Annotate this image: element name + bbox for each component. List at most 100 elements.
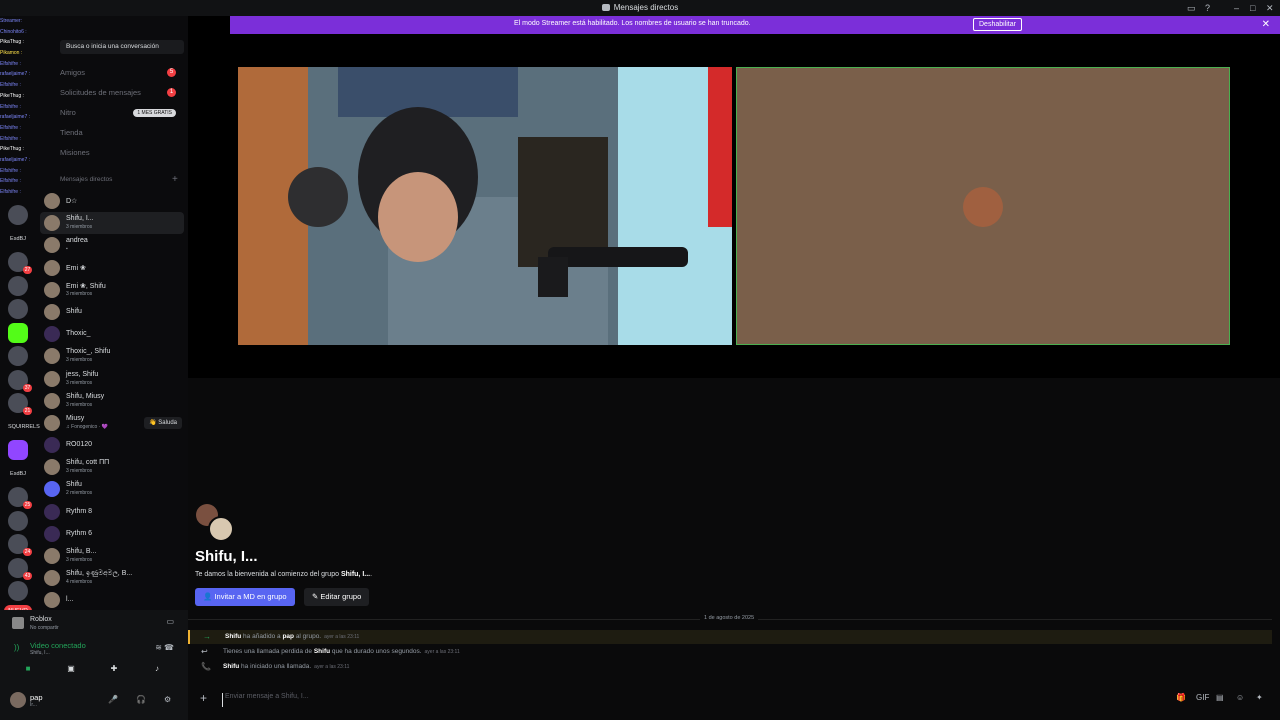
overlay-chat-line: Elfshifre : [0, 103, 21, 110]
dm-name: Emi ❀ [66, 264, 86, 272]
server-icon[interactable]: 25 [8, 487, 32, 509]
welcome-text: Te damos la bienvenida al comienzo del g… [195, 571, 373, 578]
server-icon[interactable]: SQUIRRELS [8, 417, 40, 437]
server-icon[interactable]: 21 [8, 393, 32, 415]
server-icon[interactable]: 24 [8, 534, 32, 556]
system-text: Shifu ha iniciado una llamada. ayer a las… [223, 663, 349, 670]
apps-icon[interactable]: ✦ [1256, 693, 1263, 702]
inbox-icon[interactable]: ▭ [1187, 3, 1196, 14]
dm-list: D☆ Shifu, I... 3 miembros andrea ▪ Emi ❀ Emi ❀… [40, 190, 184, 610]
activities-button[interactable]: ✚ [94, 664, 134, 678]
settings-icon[interactable]: ⚙ [164, 695, 171, 704]
search-input[interactable]: Busca o inicia una conversación [60, 40, 184, 54]
emoji-icon[interactable]: ☺ [1236, 693, 1244, 702]
server-icon[interactable] [8, 275, 28, 296]
create-dm-icon[interactable]: + [172, 174, 178, 185]
avatar [44, 259, 60, 276]
overlay-chat-line: rafaeljaime7 : [0, 114, 31, 121]
dm-item[interactable]: Rythm 8 [40, 501, 184, 523]
username[interactable]: pap [282, 633, 294, 640]
system-message: → Shifu ha añadido a pap al grupo. ayer a … [188, 630, 1272, 644]
nav-friends[interactable]: Amigos 5 [58, 64, 182, 82]
gift-icon[interactable]: 🎁 [1176, 693, 1186, 702]
soundboard-button[interactable]: ♪ [137, 664, 177, 678]
mention-badge: 25 [23, 501, 32, 509]
nav-message-requests[interactable]: Solicitudes de mensajes 1 [58, 84, 182, 102]
dm-item[interactable]: andrea ▪ [40, 234, 184, 256]
server-icon[interactable] [8, 299, 28, 319]
dm-item[interactable]: RO0120 [40, 434, 184, 456]
mention-badge: 27 [23, 266, 32, 274]
screen-share-button[interactable]: ▣ [51, 664, 91, 678]
maximize-button[interactable]: □ [1250, 3, 1255, 13]
server-icon[interactable]: 27 [8, 252, 32, 274]
username[interactable]: Shifu [223, 663, 239, 670]
friends-badge: 5 [167, 68, 176, 77]
server-icon[interactable] [8, 440, 28, 460]
avatar [44, 459, 60, 476]
dm-item[interactable]: Shifu, cott ΠΠ 3 miembros [40, 456, 184, 478]
username[interactable]: Shifu [225, 633, 241, 640]
server-icon[interactable] [8, 346, 28, 366]
dm-item[interactable]: Shifu, Miusy 3 miembros [40, 390, 184, 412]
dm-item[interactable]: Emi ❀ [40, 257, 184, 279]
dm-name: RO0120 [66, 441, 93, 449]
overlay-chat-line: Streamer: [0, 18, 22, 24]
disconnect-icon[interactable]: ☎ [164, 643, 174, 652]
activity-status[interactable]: Roblox No compartir ▭ [8, 614, 178, 634]
gif-icon[interactable]: GIF [1196, 693, 1209, 702]
disable-streamer-button[interactable]: Deshabilitar [973, 18, 1022, 31]
dm-subtitle: 3 miembros [66, 357, 93, 364]
participant-tile[interactable] [736, 67, 1230, 345]
close-icon[interactable]: ✕ [1262, 19, 1270, 30]
activity-monitor-icon[interactable]: ▭ [166, 617, 174, 626]
wave-button[interactable]: 👋 Saluda [144, 416, 182, 429]
nav-quests[interactable]: Misiones [58, 144, 182, 162]
server-rail: EsdBJ273721SQUIRRELSEsdBJ252443NUEVO [0, 202, 40, 610]
sticker-icon[interactable]: ▤ [1216, 693, 1224, 702]
dm-item[interactable]: D☆ [40, 190, 184, 212]
dm-item[interactable]: Shifu, B... 3 miembros [40, 545, 184, 567]
help-icon[interactable]: ? [1205, 3, 1210, 13]
headset-icon[interactable]: 🎧 [136, 695, 146, 704]
voice-connected-label[interactable]: Video conectado [30, 641, 86, 650]
dm-item[interactable]: Shifu, I... 3 miembros [40, 212, 184, 235]
dm-item[interactable]: Miusy ♫ Fonogenico · 💜 👋 Saluda [40, 412, 184, 434]
avatar [44, 237, 60, 254]
username[interactable]: Shifu [314, 648, 330, 655]
invite-button[interactable]: 👤 Invitar a MD en grupo [195, 588, 295, 606]
server-icon[interactable] [8, 322, 28, 343]
dm-item[interactable]: Shifu, ඉණුමඅමල, B... 4 miembros [40, 567, 184, 589]
dm-item[interactable]: Thoxic_, Shifu 3 miembros [40, 345, 184, 367]
attach-icon[interactable]: + [200, 691, 207, 705]
dm-name: Shifu, I... [66, 215, 94, 223]
close-window-button[interactable]: ✕ [1266, 3, 1274, 14]
camera-feed[interactable] [238, 67, 732, 345]
dm-name: Miusy [66, 414, 85, 422]
current-user[interactable]: pap Ir... 🎤 🎧 ⚙ [8, 690, 180, 714]
server-icon[interactable] [8, 510, 28, 531]
noise-suppression-icon[interactable]: ≋ [155, 643, 162, 652]
server-icon[interactable] [8, 205, 28, 225]
camera-image [238, 67, 732, 345]
camera-button[interactable]: ■ [8, 664, 48, 678]
minimize-button[interactable]: – [1234, 3, 1239, 13]
server-icon[interactable]: EsdBJ [8, 464, 28, 484]
nav-shop[interactable]: Tienda [58, 124, 182, 142]
dm-name: Shifu, cott ΠΠ [66, 459, 110, 467]
dm-item[interactable]: Rythm 6 [40, 523, 184, 545]
mic-icon[interactable]: 🎤 [108, 695, 118, 704]
server-icon[interactable]: EsdBJ [8, 229, 28, 249]
nav-nitro[interactable]: Nitro 1 MES GRATIS [58, 104, 182, 122]
server-icon[interactable] [8, 581, 28, 601]
message-input[interactable]: Enviar mensaje a Shifu, I... [222, 693, 1122, 707]
dm-item[interactable]: Shifu [40, 301, 184, 323]
dm-item[interactable]: l... [40, 589, 184, 610]
edit-group-button[interactable]: ✎ Editar grupo [304, 588, 370, 606]
dm-item[interactable]: Thoxic_ [40, 323, 184, 345]
dm-item[interactable]: Emi ❀, Shifu 3 miembros [40, 279, 184, 301]
server-icon[interactable]: 43 [8, 557, 32, 580]
dm-item[interactable]: jess, Shifu 3 miembros [40, 368, 184, 390]
server-icon[interactable]: 37 [8, 369, 32, 392]
dm-item[interactable]: Shifu 2 miembros [40, 478, 184, 500]
